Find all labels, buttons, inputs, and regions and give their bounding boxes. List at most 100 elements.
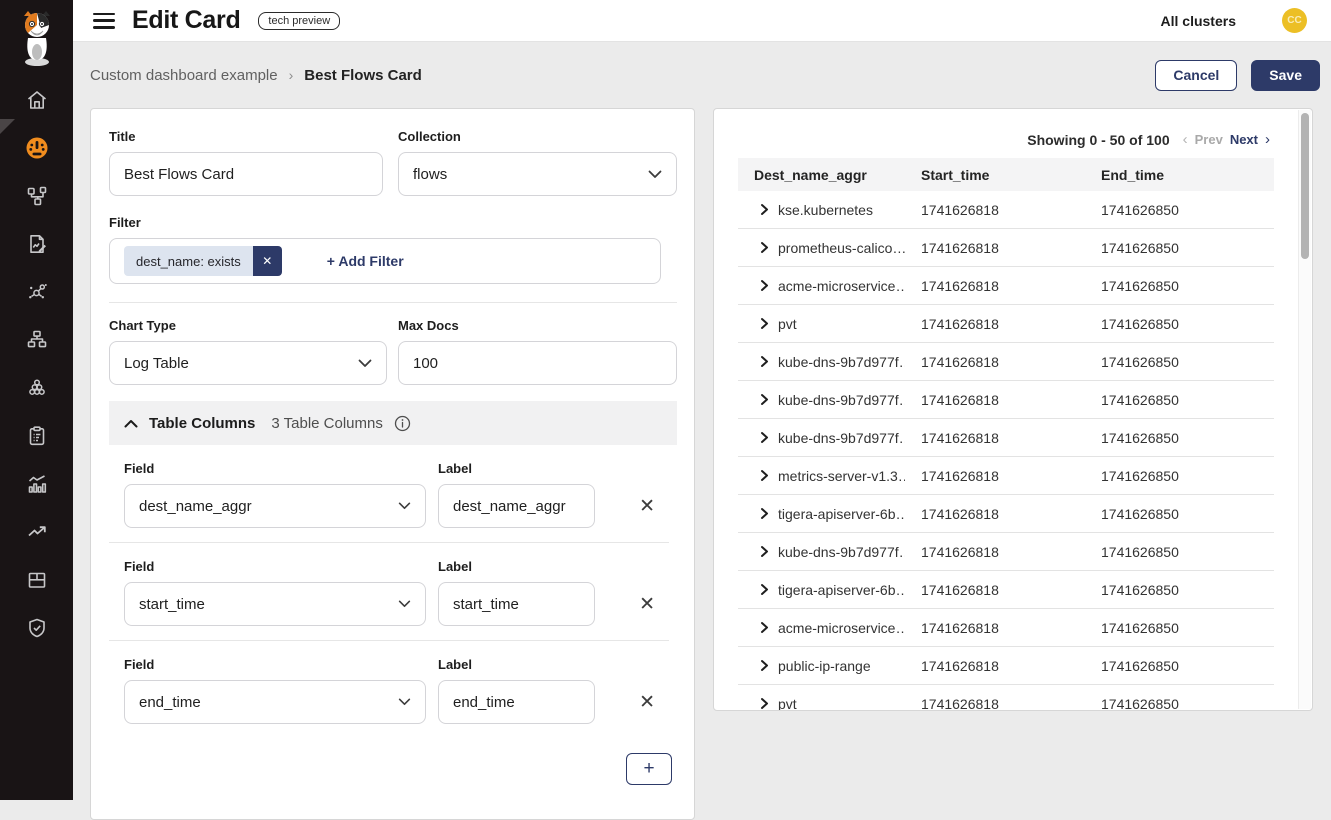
table-row[interactable]: pvt 1741626818 1741626850: [738, 685, 1274, 711]
save-button[interactable]: Save: [1251, 60, 1320, 91]
max-docs-input[interactable]: [398, 341, 677, 385]
calico-cat-logo[interactable]: [0, 0, 73, 78]
table-row[interactable]: acme-microservice… 1741626818 1741626850: [738, 609, 1274, 647]
expand-chevron-icon[interactable]: [760, 431, 769, 444]
next-chevron-icon[interactable]: ›: [1265, 131, 1270, 148]
filter-box[interactable]: dest_name: exists ✕ + Add Filter: [109, 238, 661, 284]
expand-chevron-icon[interactable]: [760, 317, 769, 330]
cell-start-time: 1741626818: [905, 620, 1085, 636]
table-row[interactable]: kube-dns-9b7d977f… 1741626818 1741626850: [738, 419, 1274, 457]
cell-start-time: 1741626818: [905, 392, 1085, 408]
sidebar-item-circle-cluster-icon[interactable]: [25, 376, 49, 400]
expand-chevron-icon[interactable]: [760, 545, 769, 558]
sidebar-item-network-nodes-icon[interactable]: [25, 184, 49, 208]
expand-chevron-icon[interactable]: [760, 203, 769, 216]
remove-column-icon[interactable]: ✕: [639, 497, 655, 516]
label-input[interactable]: dest_name_aggr: [438, 484, 595, 528]
sidebar-item-bar-chart-icon[interactable]: [25, 472, 49, 496]
expand-chevron-icon[interactable]: [760, 583, 769, 596]
remove-column-icon[interactable]: ✕: [639, 595, 655, 614]
sidebar-item-service-graph-molecule-icon[interactable]: [25, 280, 49, 304]
col-header-start-time: Start_time: [905, 167, 1085, 183]
cell-end-time: 1741626850: [1085, 468, 1274, 484]
cell-dest-name: metrics-server-v1.3…: [778, 468, 905, 484]
cell-dest-name: pvt: [778, 696, 797, 712]
sidebar-item-home-icon[interactable]: [25, 88, 49, 112]
table-columns-header[interactable]: Table Columns 3 Table Columns: [109, 401, 677, 445]
table-row[interactable]: public-ip-range 1741626818 1741626850: [738, 647, 1274, 685]
cell-end-time: 1741626850: [1085, 544, 1274, 560]
table-row[interactable]: kube-dns-9b7d977f… 1741626818 1741626850: [738, 533, 1274, 571]
sidebar-item-log-document-icon[interactable]: [25, 232, 49, 256]
prev-button[interactable]: Prev: [1195, 132, 1223, 147]
field-label: Field: [124, 559, 426, 574]
sidebar-item-org-tree-icon[interactable]: [25, 328, 49, 352]
breadcrumb-parent[interactable]: Custom dashboard example: [90, 67, 278, 84]
avatar[interactable]: CC: [1282, 8, 1307, 33]
sidebar-item-package-box-icon[interactable]: [25, 568, 49, 592]
cell-end-time: 1741626850: [1085, 278, 1274, 294]
remove-column-icon[interactable]: ✕: [639, 693, 655, 712]
collection-select[interactable]: flows: [398, 152, 677, 196]
field-select[interactable]: end_time: [124, 680, 426, 724]
next-button[interactable]: Next: [1230, 132, 1258, 147]
expand-chevron-icon[interactable]: [760, 621, 769, 634]
field-label: Field: [124, 657, 426, 672]
table-row[interactable]: kube-dns-9b7d977f… 1741626818 1741626850: [738, 343, 1274, 381]
remove-filter-icon[interactable]: ✕: [253, 246, 282, 276]
sidebar-item-clipboard-icon[interactable]: [25, 424, 49, 448]
table-row[interactable]: tigera-apiserver-6b… 1741626818 17416268…: [738, 571, 1274, 609]
expand-chevron-icon[interactable]: [760, 507, 769, 520]
expand-chevron-icon[interactable]: [760, 697, 769, 710]
title-label: Title: [109, 129, 383, 144]
sidebar-item-dashboards-gauge-icon[interactable]: [25, 136, 49, 160]
expand-chevron-icon[interactable]: [760, 659, 769, 672]
chart-type-select[interactable]: Log Table: [109, 341, 387, 385]
preview-table: Dest_name_aggr Start_time End_time kse.k…: [738, 158, 1274, 711]
cell-start-time: 1741626818: [905, 658, 1085, 674]
expand-chevron-icon[interactable]: [760, 279, 769, 292]
scrollbar-thumb[interactable]: [1301, 113, 1309, 259]
add-filter-button[interactable]: + Add Filter: [327, 253, 404, 269]
table-row[interactable]: tigera-apiserver-6b… 1741626818 17416268…: [738, 495, 1274, 533]
cell-start-time: 1741626818: [905, 506, 1085, 522]
prev-chevron-icon: ‹: [1183, 131, 1188, 148]
info-icon[interactable]: [394, 415, 411, 432]
filter-chip-text: dest_name: exists: [124, 246, 253, 276]
menu-icon[interactable]: [93, 13, 115, 29]
table-row[interactable]: acme-microservice… 1741626818 1741626850: [738, 267, 1274, 305]
preview-card: Showing 0 - 50 of 100 ‹ Prev Next › Dest…: [713, 108, 1313, 711]
sidebar-item-trend-arrow-icon[interactable]: [25, 520, 49, 544]
table-row[interactable]: kube-dns-9b7d977f… 1741626818 1741626850: [738, 381, 1274, 419]
table-row[interactable]: pvt 1741626818 1741626850: [738, 305, 1274, 343]
edit-card-form: Title Collection flows Filter dest_name:…: [90, 108, 695, 820]
label-input[interactable]: start_time: [438, 582, 595, 626]
cell-dest-name: kse.kubernetes: [778, 202, 873, 218]
field-select[interactable]: start_time: [124, 582, 426, 626]
table-row[interactable]: kse.kubernetes 1741626818 1741626850: [738, 191, 1274, 229]
cancel-button[interactable]: Cancel: [1155, 60, 1237, 91]
chevron-down-icon: [648, 170, 662, 179]
table-row[interactable]: metrics-server-v1.3… 1741626818 17416268…: [738, 457, 1274, 495]
expand-chevron-icon[interactable]: [760, 241, 769, 254]
cell-start-time: 1741626818: [905, 240, 1085, 256]
divider: [109, 302, 677, 303]
field-select[interactable]: dest_name_aggr: [124, 484, 426, 528]
label-input[interactable]: end_time: [438, 680, 595, 724]
add-column-button[interactable]: +: [626, 753, 672, 785]
expand-chevron-icon[interactable]: [760, 355, 769, 368]
table-row[interactable]: prometheus-calico… 1741626818 1741626850: [738, 229, 1274, 267]
sidebar-item-shield-check-icon[interactable]: [25, 616, 49, 640]
cell-dest-name: prometheus-calico…: [778, 240, 905, 256]
cell-end-time: 1741626850: [1085, 202, 1274, 218]
expand-chevron-icon[interactable]: [760, 393, 769, 406]
title-input[interactable]: [109, 152, 383, 196]
cell-dest-name: kube-dns-9b7d977f…: [778, 544, 905, 560]
column-row: Field dest_name_aggr Label dest_name_agg…: [109, 445, 669, 543]
vertical-scrollbar[interactable]: [1298, 110, 1311, 709]
expand-chevron-icon[interactable]: [760, 469, 769, 482]
cluster-selector[interactable]: All clusters: [1161, 13, 1236, 29]
cell-end-time: 1741626850: [1085, 506, 1274, 522]
col-header-end-time: End_time: [1085, 167, 1274, 183]
breadcrumb-chevron-icon: ›: [289, 67, 294, 83]
